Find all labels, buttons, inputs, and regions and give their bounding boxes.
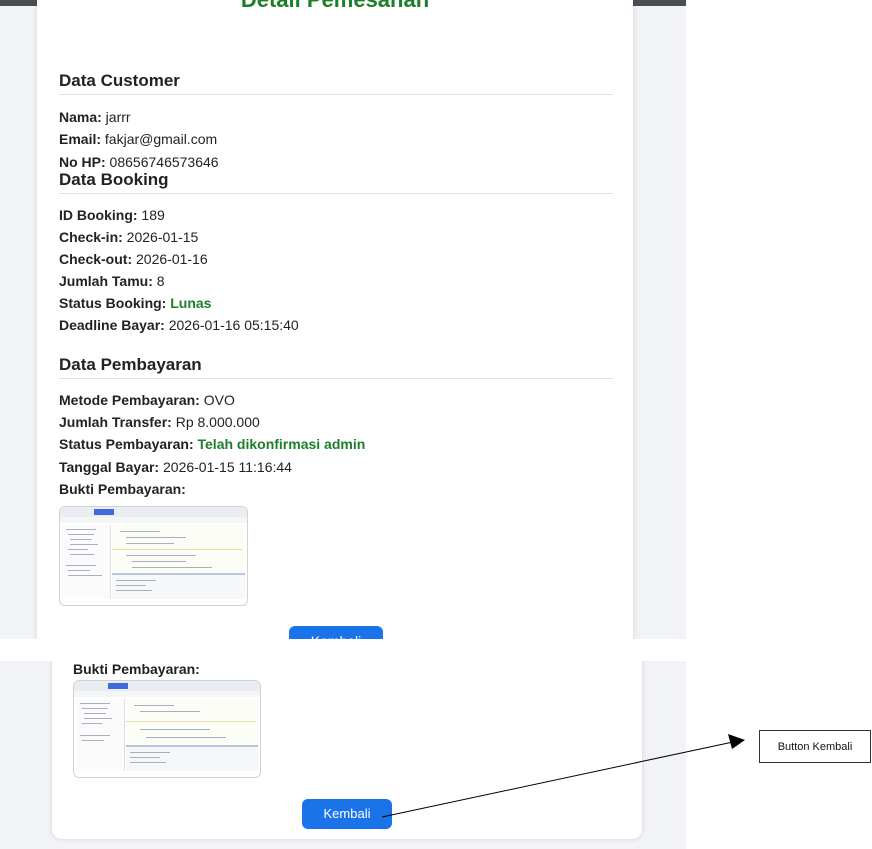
annotation-callout: Button Kembali	[759, 730, 871, 763]
annotation-arrow	[381, 734, 745, 818]
